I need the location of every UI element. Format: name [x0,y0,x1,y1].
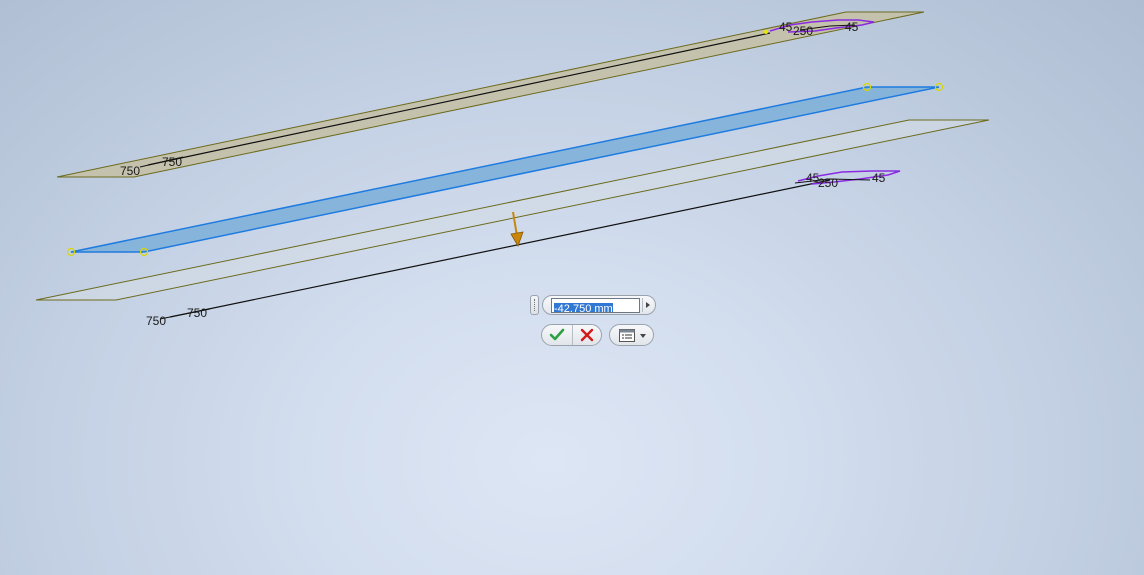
graphics-viewport[interactable]: 750 750 45 250 45 750 750 45 250 45 [0,0,1144,575]
top-dim-right-b[interactable]: 250 [793,24,813,38]
distance-flyout-arrow-icon[interactable] [642,298,652,312]
top-dim-right-a[interactable]: 45 [779,20,793,34]
ok-cancel-group [541,324,602,346]
checkmark-icon [549,328,565,341]
x-icon [580,328,594,342]
bottom-dim-left-a[interactable]: 750 [146,314,166,328]
distance-input[interactable]: -42.750 mm [551,298,640,313]
top-dim-left-b[interactable]: 750 [162,155,182,169]
list-dropdown-icon [619,329,635,342]
top-dim-left-a[interactable]: 750 [120,164,140,178]
bottom-sketch-dimension-line [169,179,831,318]
extrude-preview-profile[interactable] [35,119,990,301]
selected-face[interactable] [70,86,940,253]
cancel-button[interactable] [572,325,601,345]
top-sketch-dimension-line [147,32,771,166]
extrude-mini-toolbar: -42.750 mm [528,293,658,349]
bottom-dim-left-b[interactable]: 750 [187,306,207,320]
options-dropdown-button[interactable] [609,324,654,346]
chevron-down-icon [640,334,646,338]
toolbar-grip-handle[interactable] [530,295,539,315]
bottom-dim-right-b[interactable]: 250 [818,176,838,190]
top-dim-right-c[interactable]: 45 [845,20,859,34]
top-sketch-point[interactable] [764,30,768,34]
distance-value: -42.750 mm [554,303,613,312]
ok-button[interactable] [542,325,572,345]
bottom-dim-right-c[interactable]: 45 [872,171,886,185]
distance-input-container: -42.750 mm [542,295,656,315]
